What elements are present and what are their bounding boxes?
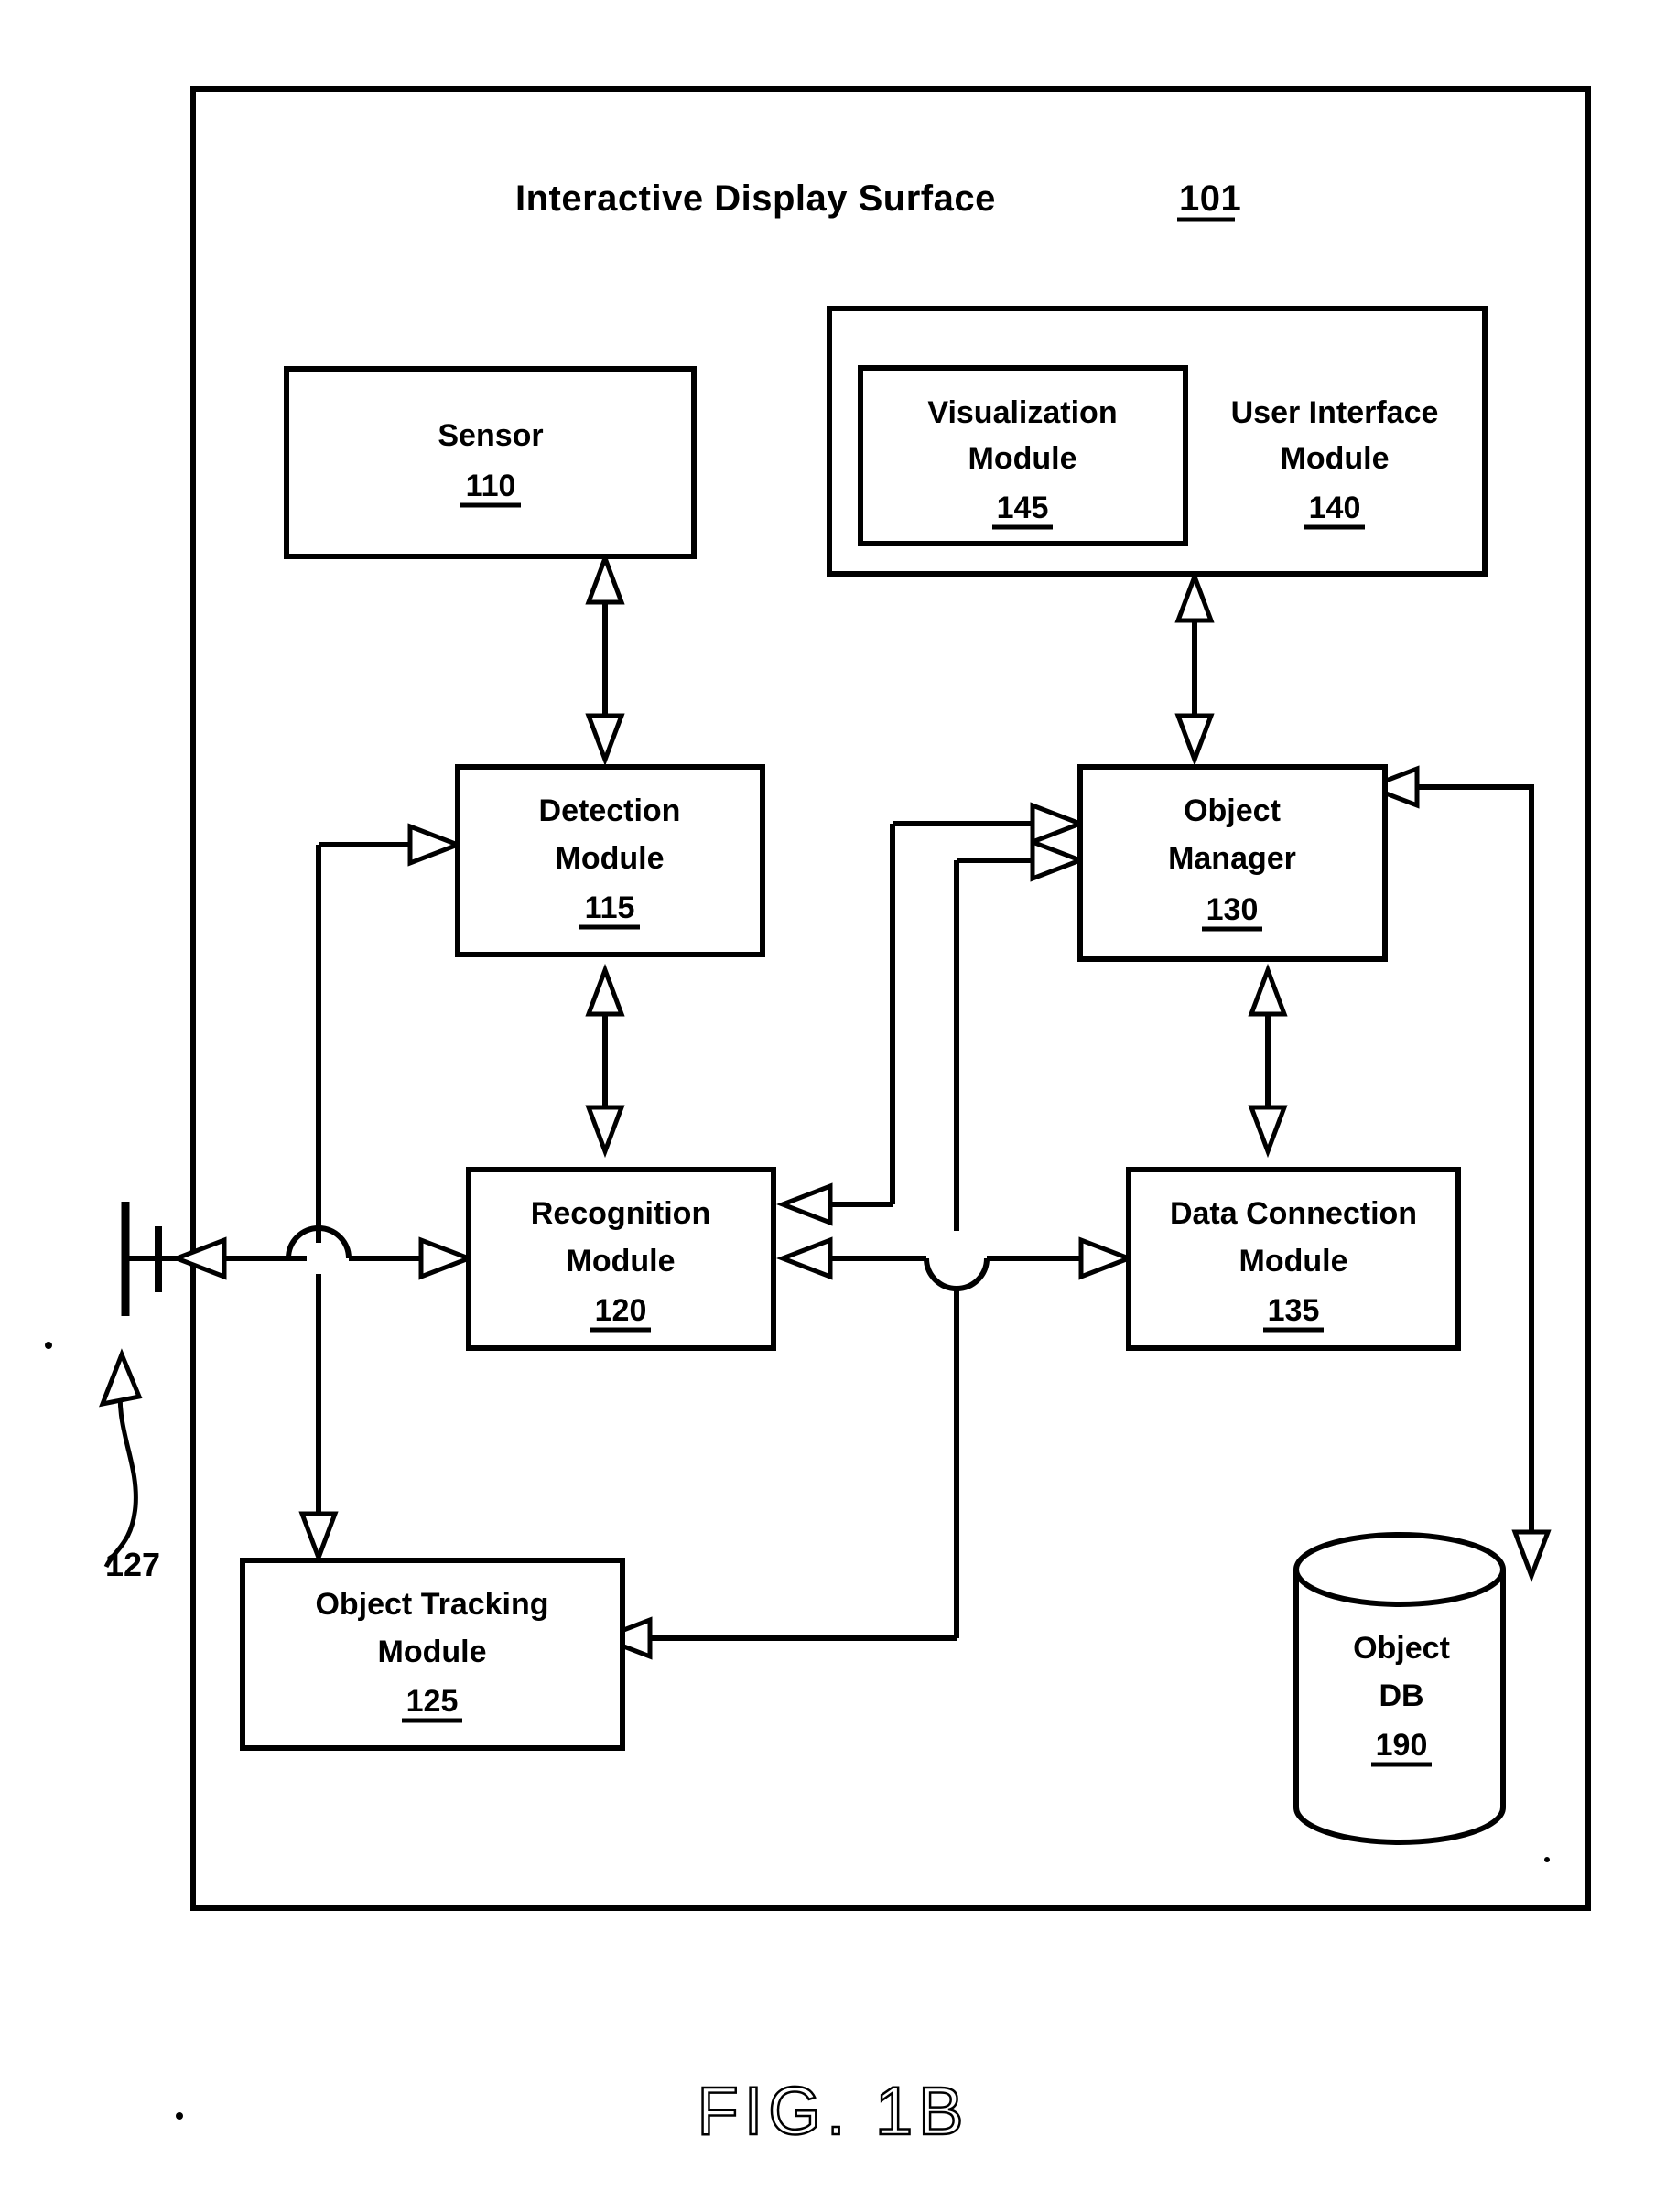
- page-title-ref: 101: [1179, 178, 1241, 219]
- user-interface-module-label-line1: User Interface: [1231, 395, 1439, 430]
- data-connection-module-ref: 135: [1268, 1293, 1320, 1328]
- detection-module-label-line1: Detection: [539, 793, 681, 828]
- object-db-cylinder-top: [1293, 1532, 1506, 1607]
- object-manager-label-line1: Object: [1184, 793, 1281, 828]
- recognition-module-label-line1: Recognition: [531, 1196, 710, 1231]
- patent-figure-1b: Interactive Display Surface 101 Sensor 1…: [0, 0, 1666, 2212]
- data-connection-module-label-line2: Module: [1239, 1244, 1348, 1279]
- block-diagram-canvas: Interactive Display Surface 101 Sensor 1…: [45, 86, 1591, 2150]
- print-speck-left: [45, 1342, 52, 1349]
- object-tracking-module-ref: 125: [406, 1684, 459, 1719]
- sensor-block: [284, 366, 697, 559]
- sensor-ref: 110: [466, 469, 516, 503]
- detection-module-ref: 115: [585, 890, 635, 925]
- user-interface-module-label-line2: Module: [1281, 441, 1390, 476]
- recognition-module-ref: 120: [595, 1293, 647, 1328]
- object-db-ref: 190: [1376, 1728, 1428, 1763]
- sensor-label-line1: Sensor: [438, 418, 543, 453]
- visualization-module-label-line1: Visualization: [927, 395, 1117, 430]
- print-speck-bottom: [176, 2112, 183, 2120]
- data-connection-module-label-line1: Data Connection: [1170, 1196, 1417, 1231]
- detection-module-label-line2: Module: [556, 841, 665, 876]
- leader-line-127: [103, 1376, 138, 1569]
- recognition-module-label-line2: Module: [567, 1244, 676, 1279]
- print-speck: [1544, 1857, 1550, 1862]
- object-tracking-module-label-line1: Object Tracking: [315, 1587, 548, 1622]
- user-interface-module-ref: 140: [1309, 491, 1361, 525]
- figure-caption: FIG. 1B: [698, 2073, 969, 2149]
- object-tracking-module-label-line2: Module: [378, 1635, 487, 1669]
- object-manager-ref: 130: [1206, 892, 1259, 927]
- object-db-label-line1: Object: [1353, 1631, 1450, 1666]
- reference-127-label: 127: [105, 1546, 160, 1583]
- visualization-module-label-line2: Module: [968, 441, 1077, 476]
- arrowhead-leader-127: [99, 1348, 143, 1408]
- object-manager-label-line2: Manager: [1168, 841, 1296, 876]
- page-title: Interactive Display Surface: [515, 178, 996, 219]
- visualization-module-ref: 145: [997, 491, 1049, 525]
- object-db-label-line2: DB: [1379, 1678, 1423, 1713]
